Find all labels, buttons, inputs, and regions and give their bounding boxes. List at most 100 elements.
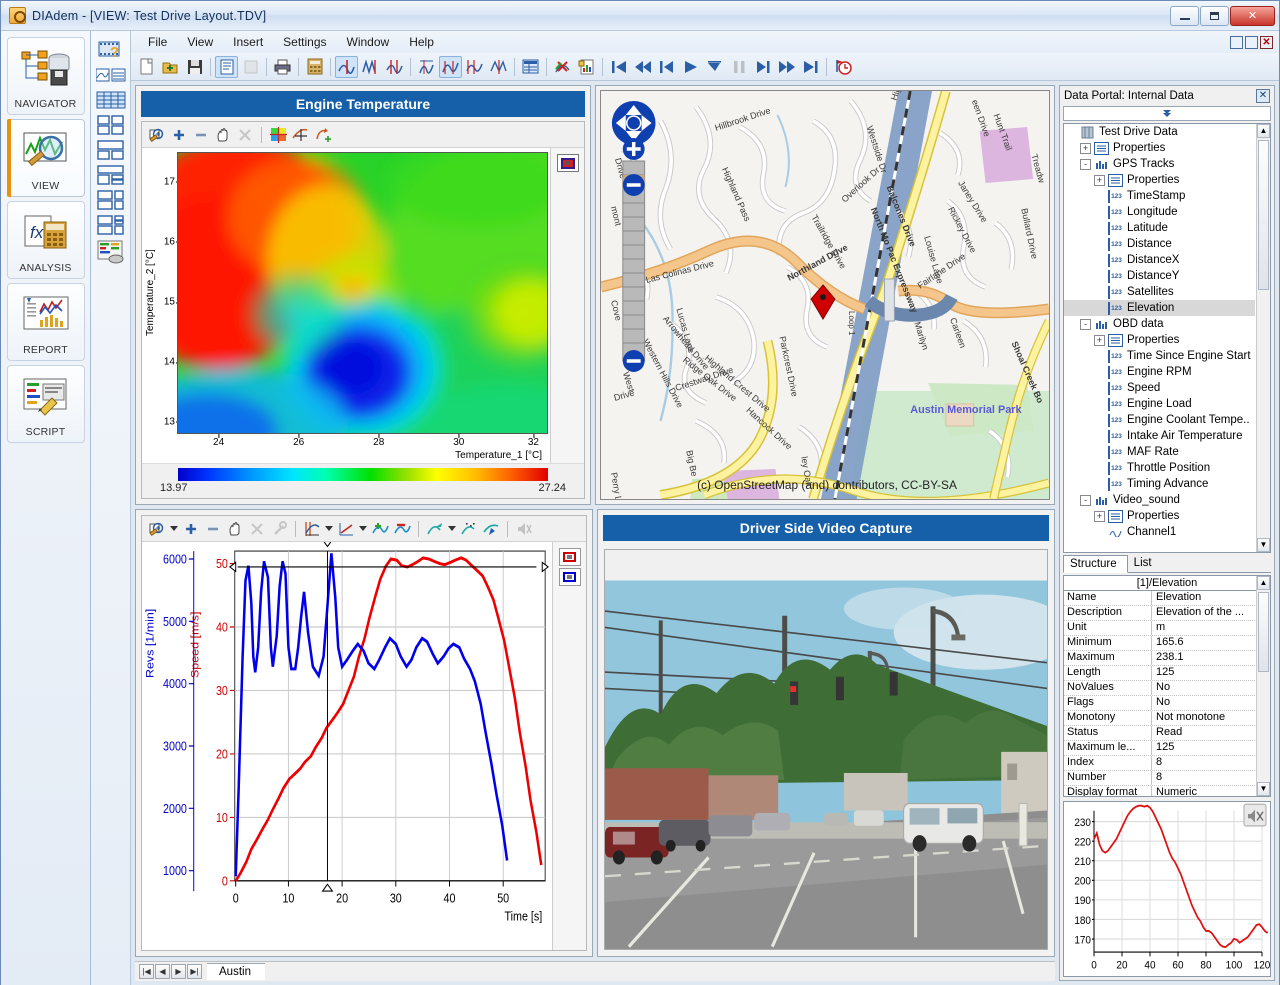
tree-node-longitude[interactable]: 123Longitude [1064, 204, 1255, 220]
tab-structure[interactable]: Structure [1063, 555, 1128, 573]
sidebar-item-navigator[interactable]: NAVIGATOR [7, 37, 85, 115]
tree-node-test-drive-data[interactable]: Test Drive Data [1064, 124, 1255, 140]
revs-blue-swatch[interactable] [559, 568, 581, 586]
print-icon[interactable] [271, 56, 294, 78]
video-help-icon[interactable]: ? [96, 39, 126, 61]
zoom-icon[interactable] [147, 519, 167, 539]
curve-waveform-icon[interactable] [359, 56, 382, 78]
portal-filter-bar[interactable] [1063, 106, 1271, 121]
zoom-in-icon[interactable] [169, 125, 189, 145]
prev-sheet-button[interactable]: ◀ [155, 964, 170, 979]
cursor-dropdown-icon[interactable] [447, 519, 457, 539]
sidebar-item-script[interactable]: SCRIPT [7, 365, 85, 443]
next-sheet-button[interactable]: ▶ [171, 964, 186, 979]
axis-system-icon[interactable] [302, 519, 322, 539]
menu-help[interactable]: Help [400, 33, 443, 51]
tree-node-timing-advance[interactable]: 123Timing Advance [1064, 476, 1255, 492]
chart-stacked-icon[interactable] [463, 56, 486, 78]
tree-node-speed[interactable]: 123Speed [1064, 380, 1255, 396]
menu-insert[interactable]: Insert [224, 33, 272, 51]
pause-icon[interactable] [727, 56, 750, 78]
tree-expander[interactable]: + [1094, 511, 1105, 522]
tree-node-properties[interactable]: +Properties [1064, 508, 1255, 524]
tree-node-throttle-position[interactable]: 123Throttle Position [1064, 460, 1255, 476]
menu-window[interactable]: Window [338, 33, 399, 51]
calculator-icon[interactable] [303, 56, 326, 78]
tree-expander[interactable]: + [1094, 335, 1105, 346]
property-row[interactable]: Number8 [1064, 771, 1255, 786]
tree-node-gps-tracks[interactable]: -GPS Tracks [1064, 156, 1255, 172]
line-dropdown-icon[interactable] [358, 519, 368, 539]
pan-hand-icon[interactable] [225, 519, 245, 539]
curve-multi-axis-icon[interactable] [383, 56, 406, 78]
tree-node-time-since-engine-start[interactable]: 123Time Since Engine Start [1064, 348, 1255, 364]
prop-scroll-up-button[interactable]: ▲ [1257, 576, 1270, 590]
tree-node-engine-rpm[interactable]: 123Engine RPM [1064, 364, 1255, 380]
delete-curve-icon[interactable] [235, 125, 255, 145]
new-document-icon[interactable] [135, 56, 158, 78]
tree-expander[interactable]: + [1094, 175, 1105, 186]
zoom-icon[interactable] [147, 125, 167, 145]
mdi-minimize-button[interactable] [1230, 36, 1243, 49]
zoom-out-icon[interactable] [203, 519, 223, 539]
menu-settings[interactable]: Settings [274, 33, 335, 51]
property-row[interactable]: Unitm [1064, 621, 1255, 636]
tree-node-distancex[interactable]: 123DistanceX [1064, 252, 1255, 268]
tree-node-latitude[interactable]: 123Latitude [1064, 220, 1255, 236]
tree-scroll-up-button[interactable]: ▲ [1257, 124, 1270, 138]
tab-list[interactable]: List [1128, 555, 1162, 573]
paste-icon[interactable] [239, 56, 262, 78]
step-back-icon[interactable] [655, 56, 678, 78]
tree-expander[interactable]: - [1080, 159, 1091, 170]
curve-table-icon[interactable] [96, 64, 126, 86]
time-reset-icon[interactable] [831, 56, 854, 78]
sound-icon[interactable] [514, 519, 534, 539]
zoom-in-icon[interactable] [181, 519, 201, 539]
delete-curve-icon[interactable] [247, 519, 267, 539]
skip-start-icon[interactable] [607, 56, 630, 78]
colormap-icon[interactable] [268, 125, 288, 145]
contour-legend-swatch[interactable] [557, 154, 579, 172]
contour-canvas[interactable] [177, 152, 548, 434]
sidebar-item-analysis[interactable]: fx ANALYSIS [7, 201, 85, 279]
chart-overlay-icon[interactable] [439, 56, 462, 78]
property-row[interactable]: Maximum238.1 [1064, 651, 1255, 666]
tree-node-engine-load[interactable]: 123Engine Load [1064, 396, 1255, 412]
play-icon[interactable] [679, 56, 702, 78]
minimize-button[interactable] [1170, 6, 1199, 26]
open-document-icon[interactable] [159, 56, 182, 78]
clear-curves-icon[interactable] [551, 56, 574, 78]
tree-node-properties[interactable]: +Properties [1064, 140, 1255, 156]
property-row[interactable]: StatusRead [1064, 726, 1255, 741]
tree-node-properties[interactable]: +Properties [1064, 172, 1255, 188]
tree-expander[interactable]: - [1080, 319, 1091, 330]
tree-node-elevation[interactable]: 123Elevation [1064, 300, 1255, 316]
menu-file[interactable]: File [139, 33, 176, 51]
property-row[interactable]: MonotonyNot monotone [1064, 711, 1255, 726]
sound-layout-icon[interactable] [96, 239, 126, 265]
close-button[interactable]: ✕ [1230, 6, 1275, 26]
rotate-icon[interactable] [312, 125, 332, 145]
play-to-icon[interactable] [703, 56, 726, 78]
skip-end-icon[interactable] [799, 56, 822, 78]
line-style-icon[interactable] [336, 519, 356, 539]
video-canvas[interactable] [604, 549, 1048, 950]
fast-forward-icon[interactable] [775, 56, 798, 78]
tree-node-distancey[interactable]: 123DistanceY [1064, 268, 1255, 284]
layout-1-over-2b-icon[interactable] [96, 164, 126, 186]
maximize-button[interactable] [1200, 6, 1229, 26]
pan-hand-icon[interactable] [213, 125, 233, 145]
tree-node-intake-air-temperature[interactable]: 123Intake Air Temperature [1064, 428, 1255, 444]
save-document-icon[interactable] [183, 56, 206, 78]
property-row[interactable]: Display formatNumeric [1064, 786, 1255, 796]
rewind-icon[interactable] [631, 56, 654, 78]
sidebar-item-report[interactable]: REPORT [7, 283, 85, 361]
tree-expander[interactable]: + [1080, 143, 1091, 154]
report-export-icon[interactable] [575, 56, 598, 78]
tree-expander[interactable]: - [1080, 495, 1091, 506]
layout-left-3right-icon[interactable] [96, 189, 126, 211]
tree-node-channel1[interactable]: Channel1 [1064, 524, 1255, 540]
free-cursor-icon[interactable] [481, 519, 501, 539]
table-icon[interactable] [96, 89, 126, 111]
step-forward-icon[interactable] [751, 56, 774, 78]
